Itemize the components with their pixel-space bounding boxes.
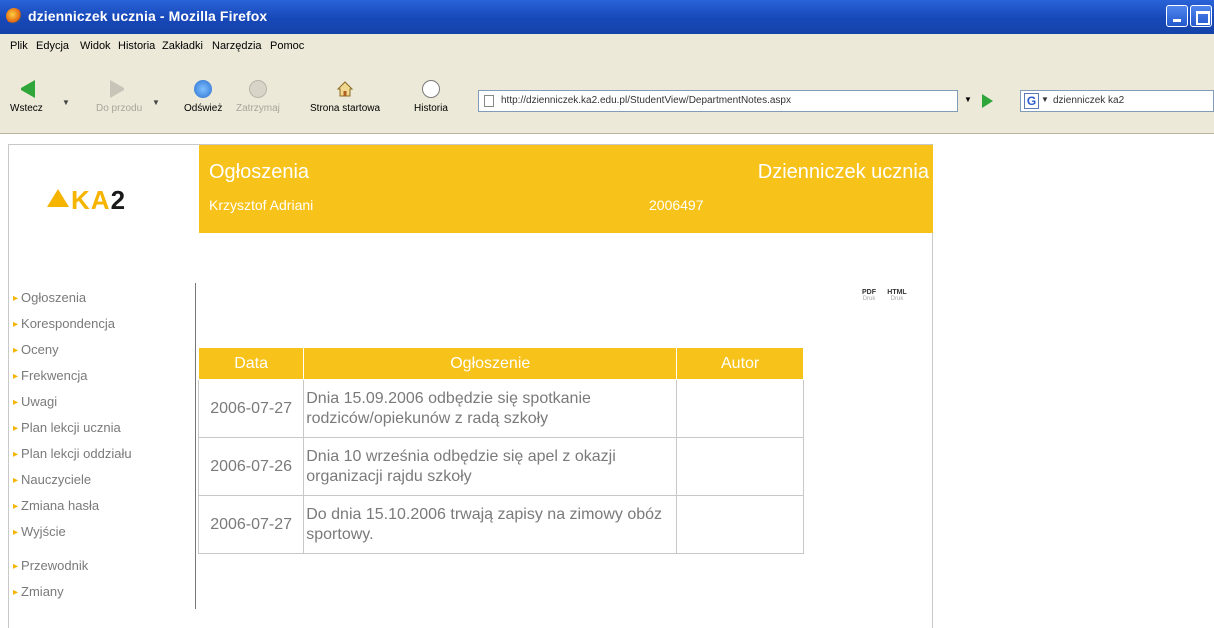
pdf-export-icon[interactable]: PDF Druk bbox=[859, 289, 879, 302]
menu-bookmarks[interactable]: Zakładki bbox=[162, 40, 203, 52]
page-title: Ogłoszenia bbox=[209, 161, 310, 183]
stop-icon bbox=[248, 80, 267, 98]
forward-dropdown-icon[interactable]: ▼ bbox=[152, 98, 160, 107]
menu-bar: Plik Edycja Widok Historia Zakładki Narz… bbox=[0, 34, 1214, 74]
row-date: 2006-07-27 bbox=[197, 495, 305, 554]
forward-arrow-icon bbox=[110, 80, 128, 98]
announcements-table: Data Ogłoszenie Autor 2006-07-27 Dnia 15… bbox=[197, 347, 804, 554]
row-date: 2006-07-27 bbox=[197, 379, 305, 438]
nav-item-grades[interactable]: Oceny bbox=[13, 339, 132, 365]
user-name: Krzysztof Adriani bbox=[209, 197, 314, 213]
nav-item-announcements[interactable]: Ogłoszenia bbox=[13, 287, 132, 313]
address-dropdown-icon[interactable]: ▼ bbox=[960, 90, 976, 112]
nav-item-changes[interactable]: Zmiany bbox=[13, 581, 132, 607]
firefox-icon bbox=[6, 8, 22, 24]
logo-area: KA2 bbox=[9, 145, 199, 233]
page-header: Ogłoszenia Dzienniczek ucznia Krzysztof … bbox=[199, 145, 933, 233]
nav-item-correspondence[interactable]: Korespondencja bbox=[13, 313, 132, 339]
side-nav: Ogłoszenia Korespondencja Oceny Frekwenc… bbox=[13, 287, 132, 607]
column-header-announcement[interactable]: Ogłoszenie bbox=[303, 347, 678, 380]
clock-icon bbox=[421, 80, 440, 98]
table-header-row: Data Ogłoszenie Autor bbox=[197, 347, 804, 380]
nav-item-notes[interactable]: Uwagi bbox=[13, 391, 132, 417]
table-row: 2006-07-27 Dnia 15.09.2006 odbędzie się … bbox=[197, 379, 804, 438]
window-title: dzienniczek ucznia - Mozilla Firefox bbox=[28, 8, 268, 24]
page-icon bbox=[484, 95, 494, 107]
row-date: 2006-07-26 bbox=[197, 437, 305, 496]
back-arrow-icon bbox=[17, 80, 36, 98]
home-button[interactable]: Strona startowa bbox=[310, 80, 380, 114]
web-page: KA2 Ogłoszenia Dzienniczek ucznia Krzysz… bbox=[8, 144, 933, 628]
nav-item-change-password[interactable]: Zmiana hasła bbox=[13, 495, 132, 521]
home-icon bbox=[336, 80, 354, 98]
window-titlebar[interactable]: dzienniczek ucznia - Mozilla Firefox bbox=[0, 0, 1214, 34]
google-icon[interactable]: G bbox=[1024, 93, 1039, 109]
search-engine-dropdown-icon[interactable]: ▼ bbox=[1041, 95, 1049, 104]
row-text: Do dnia 15.10.2006 trwają zapisy na zimo… bbox=[303, 495, 678, 554]
nav-item-guide[interactable]: Przewodnik bbox=[13, 555, 132, 581]
ka2-logo[interactable]: KA2 bbox=[47, 185, 126, 216]
row-author bbox=[676, 379, 804, 438]
menu-history[interactable]: Historia bbox=[118, 40, 155, 52]
forward-button[interactable]: Do przodu bbox=[96, 80, 142, 114]
menu-file[interactable]: Plik bbox=[10, 40, 28, 52]
maximize-button[interactable] bbox=[1190, 5, 1212, 27]
back-button[interactable]: Wstecz bbox=[10, 80, 43, 114]
minimize-button[interactable] bbox=[1166, 5, 1188, 27]
go-button[interactable] bbox=[982, 94, 993, 108]
address-bar[interactable]: http://dzienniczek.ka2.edu.pl/StudentVie… bbox=[478, 90, 958, 112]
export-links: PDF Druk HTML Druk bbox=[859, 289, 915, 302]
search-input[interactable]: G ▼ dzienniczek ka2 bbox=[1020, 90, 1214, 112]
row-author bbox=[676, 437, 804, 496]
row-text: Dnia 15.09.2006 odbędzie się spotkanie r… bbox=[303, 379, 678, 438]
reload-button[interactable]: Odśwież bbox=[184, 80, 222, 114]
history-button[interactable]: Historia bbox=[414, 80, 448, 114]
back-dropdown-icon[interactable]: ▼ bbox=[62, 98, 70, 107]
column-header-date[interactable]: Data bbox=[197, 347, 305, 380]
nav-item-student-schedule[interactable]: Plan lekcji ucznia bbox=[13, 417, 132, 443]
table-row: 2006-07-27 Do dnia 15.10.2006 trwają zap… bbox=[197, 495, 804, 554]
row-text: Dnia 10 września odbędzie się apel z oka… bbox=[303, 437, 678, 496]
search-text: dzienniczek ka2 bbox=[1053, 95, 1125, 106]
reload-icon bbox=[194, 80, 213, 98]
row-author bbox=[676, 495, 804, 554]
column-header-author[interactable]: Autor bbox=[676, 347, 804, 380]
nav-item-logout[interactable]: Wyjście bbox=[13, 521, 132, 547]
menu-edit[interactable]: Edycja bbox=[36, 40, 69, 52]
menu-help[interactable]: Pomoc bbox=[270, 40, 304, 52]
logo-triangle-icon bbox=[47, 189, 69, 207]
nav-item-teachers[interactable]: Nauczyciele bbox=[13, 469, 132, 495]
navigation-toolbar: Wstecz ▼ Do przodu ▼ Odśwież Zatrzymaj S… bbox=[0, 74, 1214, 134]
menu-view[interactable]: Widok bbox=[80, 40, 111, 52]
nav-item-attendance[interactable]: Frekwencja bbox=[13, 365, 132, 391]
stop-button[interactable]: Zatrzymaj bbox=[236, 80, 280, 114]
html-export-icon[interactable]: HTML Druk bbox=[887, 289, 907, 302]
table-row: 2006-07-26 Dnia 10 września odbędzie się… bbox=[197, 437, 804, 496]
nav-item-class-schedule[interactable]: Plan lekcji oddziału bbox=[13, 443, 132, 469]
menu-tools[interactable]: Narzędzia bbox=[212, 40, 262, 52]
address-text: http://dzienniczek.ka2.edu.pl/StudentVie… bbox=[501, 95, 791, 106]
app-name: Dzienniczek ucznia bbox=[757, 161, 929, 183]
user-id: 2006497 bbox=[649, 197, 704, 213]
nav-divider bbox=[195, 283, 196, 609]
